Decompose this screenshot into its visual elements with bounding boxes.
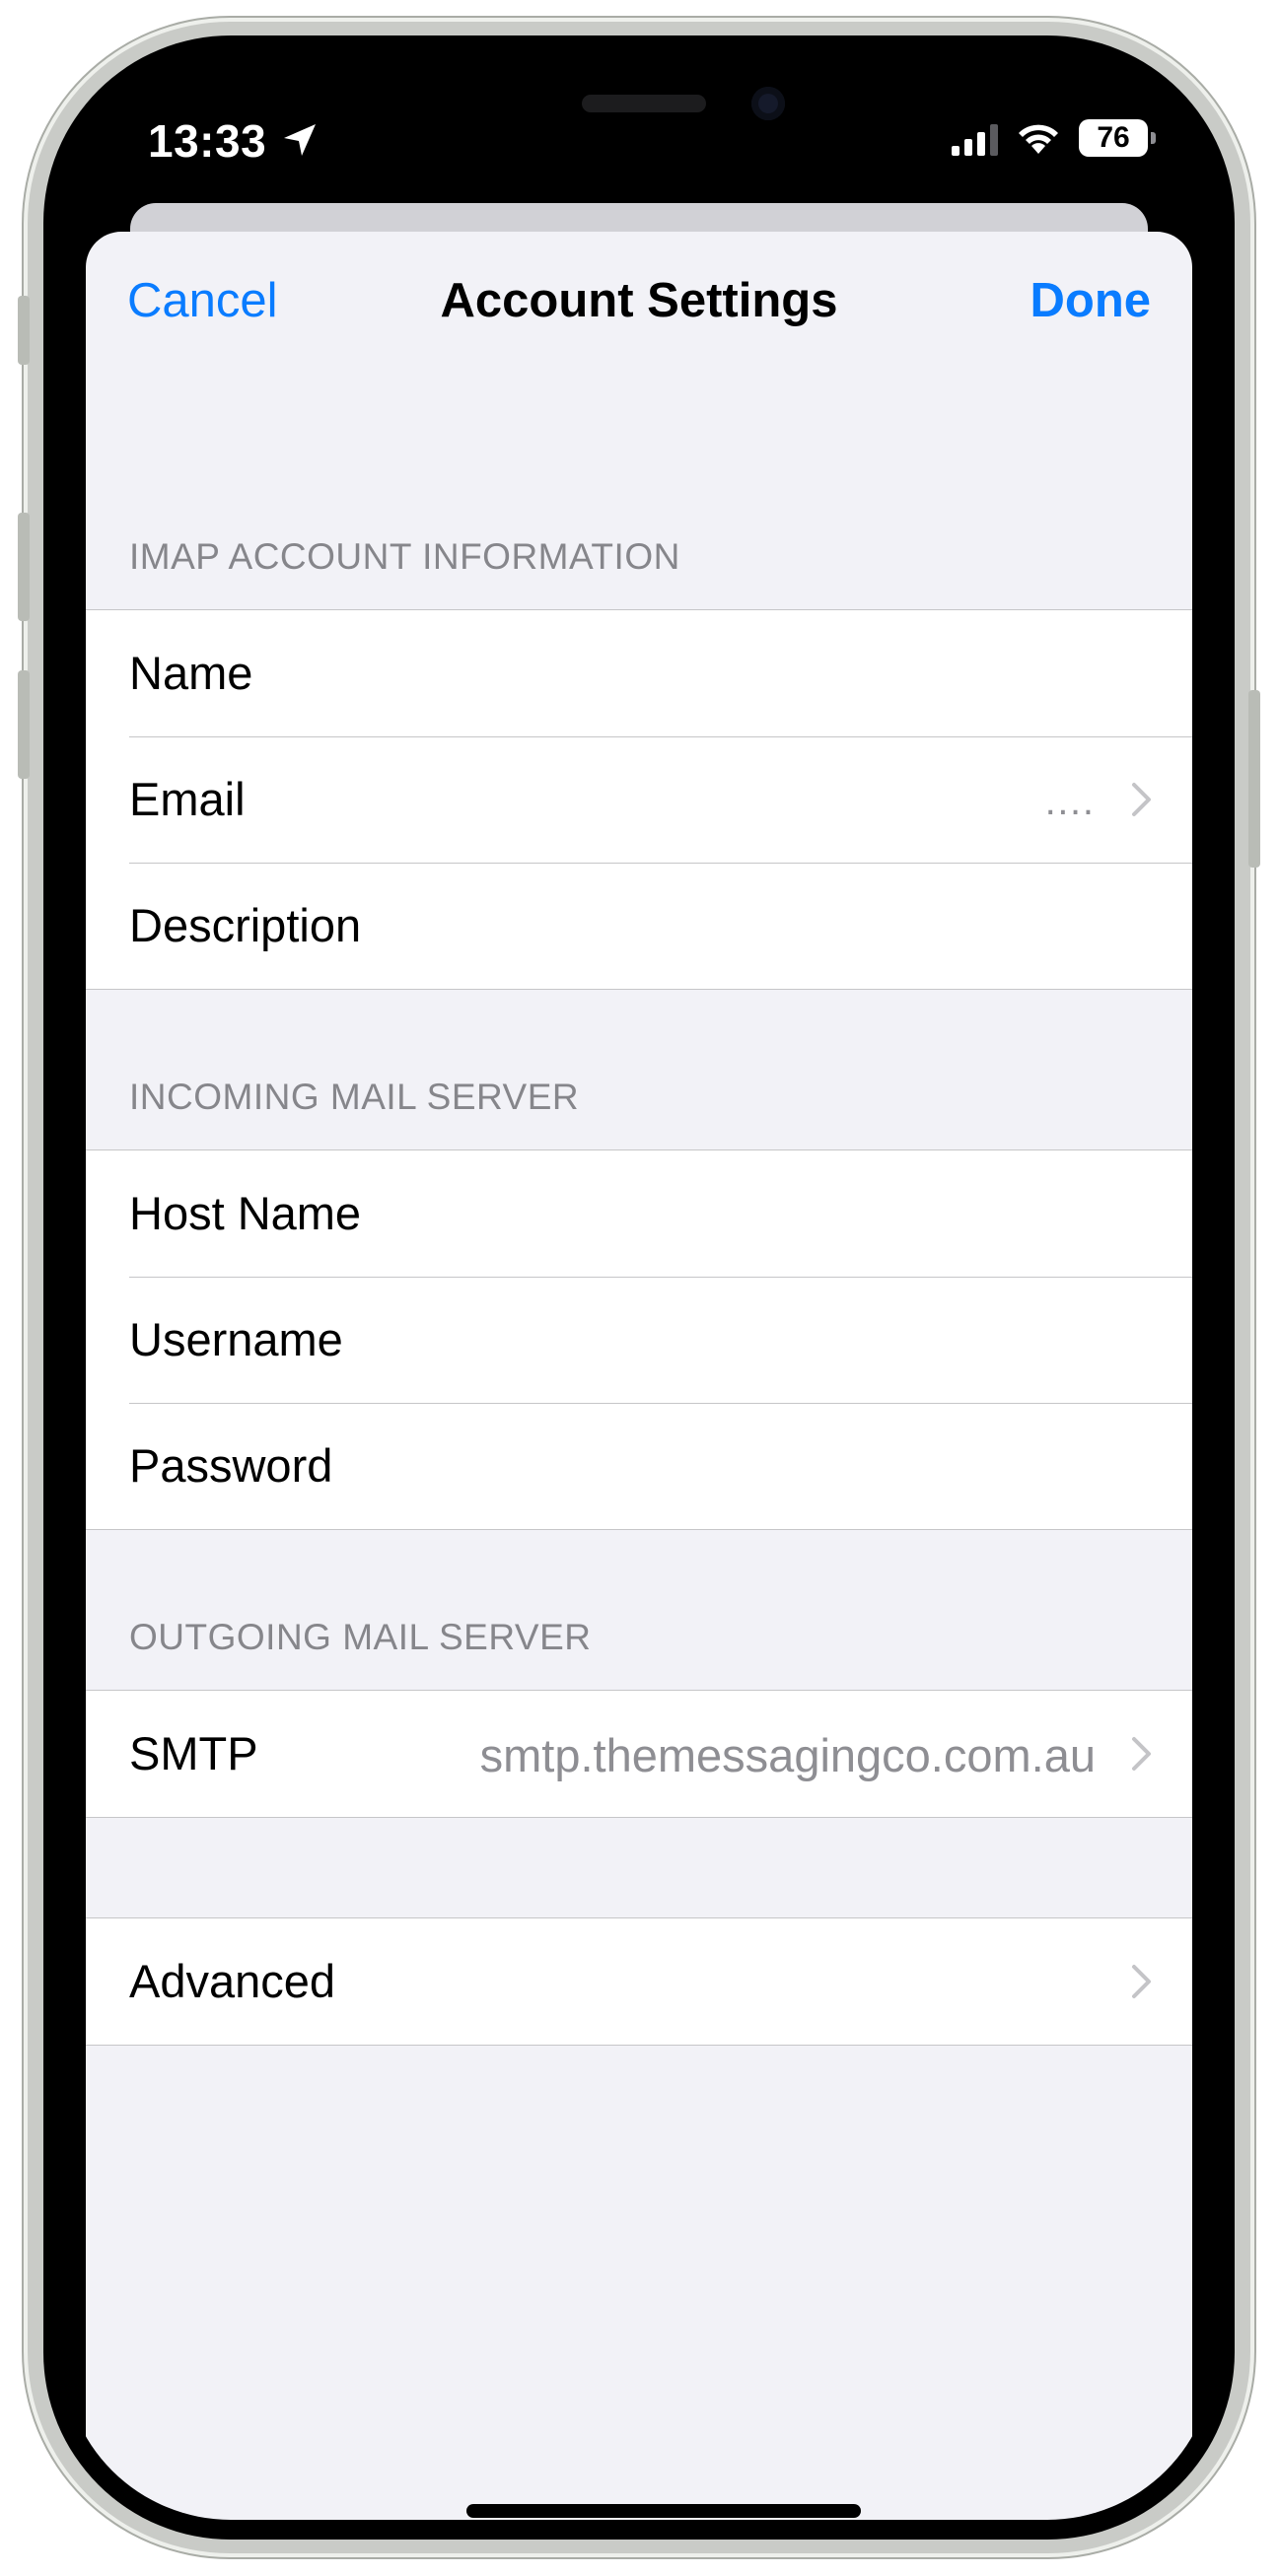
- phone-screen: 13:33 76 Cancel Account Settings Done IM…: [63, 55, 1215, 2520]
- status-bar: 13:33 76: [63, 110, 1215, 170]
- username-row[interactable]: Username: [86, 1277, 1192, 1403]
- power-button: [1248, 690, 1260, 868]
- row-label: Username: [129, 1313, 343, 1365]
- incoming-server-group: Host Name Username Password: [86, 1149, 1192, 1530]
- row-label: Description: [129, 899, 362, 951]
- imap-account-group: Name Email …. Description: [86, 609, 1192, 990]
- volume-down-button: [18, 670, 30, 779]
- page-title: Account Settings: [440, 274, 838, 327]
- imap-section-header: IMAP ACCOUNT INFORMATION: [129, 536, 680, 577]
- chevron-right-icon: [1132, 783, 1151, 816]
- row-label: Name: [129, 647, 253, 699]
- row-label: Password: [129, 1439, 333, 1492]
- wifi-icon: [1019, 124, 1058, 154]
- status-time: 13:33: [148, 115, 267, 167]
- advanced-row[interactable]: Advanced: [86, 1918, 1192, 2045]
- name-row[interactable]: Name: [86, 610, 1192, 736]
- done-button[interactable]: Done: [1030, 273, 1152, 328]
- location-arrow-icon: [284, 124, 316, 156]
- chevron-right-icon: [1132, 1965, 1151, 1998]
- row-label: SMTP: [129, 1727, 258, 1779]
- password-row[interactable]: Password: [86, 1403, 1192, 1529]
- advanced-group: Advanced: [86, 1917, 1192, 2046]
- volume-up-button: [18, 513, 30, 621]
- row-label: Host Name: [129, 1187, 362, 1239]
- incoming-section-header: INCOMING MAIL SERVER: [129, 1077, 580, 1117]
- outgoing-section-header: OUTGOING MAIL SERVER: [129, 1617, 592, 1657]
- email-row[interactable]: Email ….: [86, 736, 1192, 863]
- email-value: ….: [1042, 780, 1094, 823]
- home-indicator[interactable]: [466, 2504, 861, 2518]
- cellular-signal-icon: [952, 124, 998, 156]
- host-name-row[interactable]: Host Name: [86, 1150, 1192, 1277]
- row-label: Email: [129, 773, 246, 825]
- chevron-right-icon: [1132, 1737, 1151, 1771]
- navigation-bar: Cancel Account Settings Done: [86, 232, 1192, 399]
- smtp-server-value: smtp.themessagingco.com.au: [479, 1729, 1096, 1781]
- battery-icon: 76: [1079, 119, 1156, 157]
- row-label: Advanced: [129, 1955, 336, 2007]
- description-row[interactable]: Description: [86, 863, 1192, 989]
- smtp-row[interactable]: SMTP smtp.themessagingco.com.au: [86, 1691, 1192, 1817]
- outgoing-server-group: SMTP smtp.themessagingco.com.au: [86, 1690, 1192, 1818]
- account-settings-sheet: Cancel Account Settings Done IMAP ACCOUN…: [86, 232, 1192, 2520]
- action-button: [18, 296, 30, 365]
